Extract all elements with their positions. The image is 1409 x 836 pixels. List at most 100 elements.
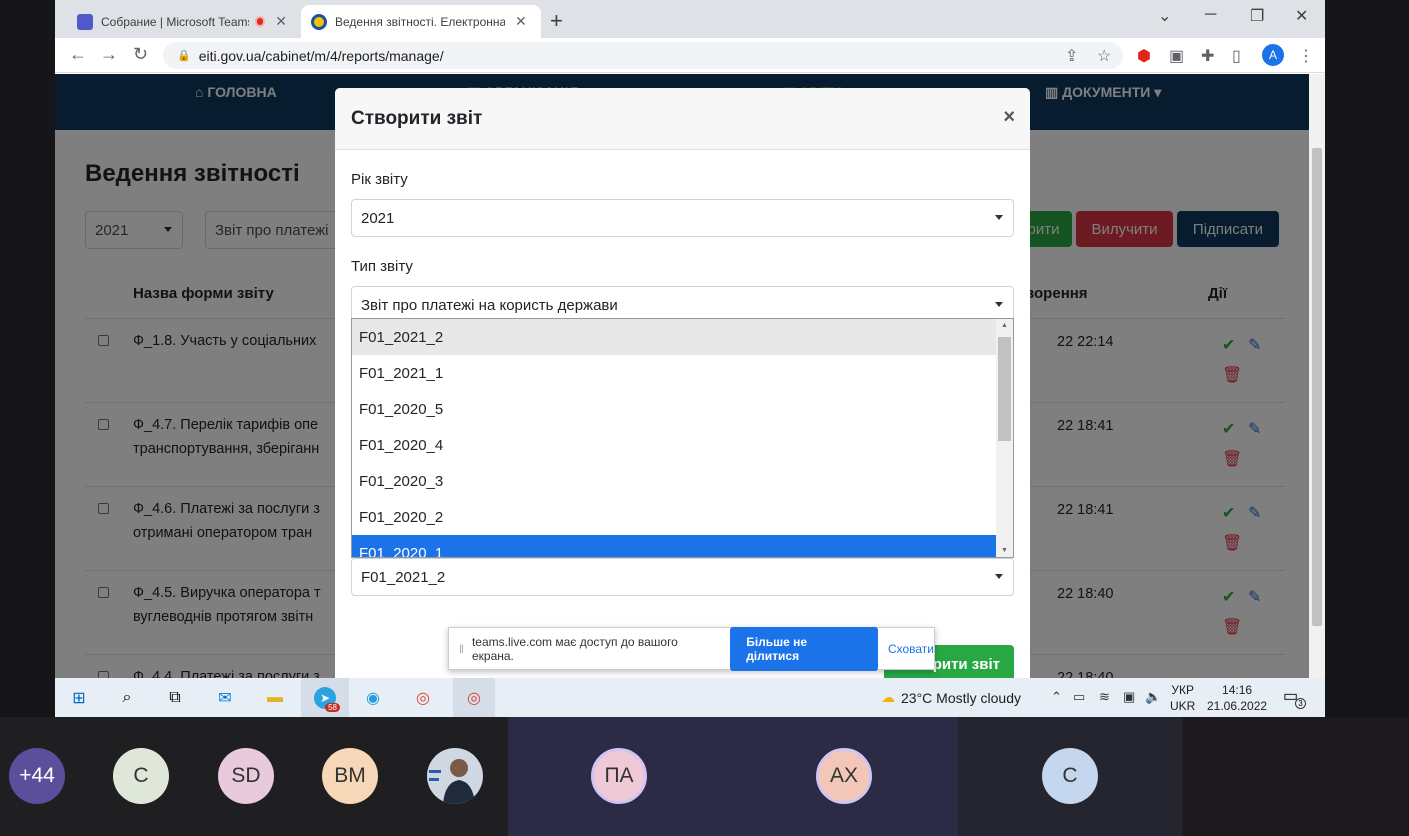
chrome-profile-icon[interactable]: ◎	[453, 678, 495, 717]
participant-avatar[interactable]: AX	[816, 748, 872, 804]
share-icon[interactable]: ⇪	[1065, 46, 1078, 66]
windows-taskbar: ⊞ ⌕ ⧉ ✉ ▬ ➤ 58 ◉ ◎ ◎ ☁ 23°C Mostly cloudy…	[55, 678, 1325, 717]
tab-eiti[interactable]: Ведення звітності. Електронна с ✕	[301, 5, 541, 38]
type-label: Тип звіту	[351, 258, 413, 275]
dropdown-option[interactable]: F01_2020_4	[352, 427, 997, 463]
participant-video-tile[interactable]	[1183, 717, 1409, 836]
participant-strip: +44 C SD BM ПА AX C	[0, 717, 1409, 836]
dropdown-option[interactable]: F01_2021_1	[352, 355, 997, 391]
scrollbar-thumb[interactable]	[998, 337, 1011, 441]
caret-down-icon	[995, 574, 1003, 579]
drag-handle-icon[interactable]: ‖	[459, 642, 464, 656]
mail-icon[interactable]: ✉	[213, 686, 237, 710]
form-select[interactable]: F01_2021_2	[351, 558, 1014, 596]
side-panel-icon[interactable]: ▯	[1232, 46, 1241, 66]
share-message: teams.live.com має доступ до вашого екра…	[471, 634, 678, 663]
display-icon[interactable]: ▣	[1123, 689, 1135, 705]
modal-title: Створити звіт	[351, 108, 483, 129]
hide-share-bar-link[interactable]: Сховати	[888, 642, 934, 656]
volume-icon[interactable]: 🔈	[1145, 689, 1161, 705]
browser-tabstrip: Собрание | Microsoft Teams ✕ Ведення зві…	[55, 0, 1325, 38]
lock-icon: 🔒	[177, 50, 191, 62]
participant-avatar[interactable]: C	[113, 748, 169, 804]
cloudy-sun-icon: ☁	[881, 689, 895, 705]
page-scrollbar[interactable]	[1309, 74, 1325, 678]
bookmark-star-icon[interactable]: ☆	[1097, 46, 1111, 66]
create-report-modal: Створити звіт × Рік звіту 2021 Тип звіту…	[335, 88, 1030, 678]
dropdown-option[interactable]: F01_2020_5	[352, 391, 997, 427]
shared-screen: Собрание | Microsoft Teams ✕ Ведення зві…	[55, 0, 1325, 717]
profile-avatar[interactable]: A	[1262, 44, 1284, 66]
dropdown-option[interactable]: F01_2020_2	[352, 499, 997, 535]
modal-close-button[interactable]: ×	[1003, 106, 1015, 129]
task-view-icon[interactable]: ⧉	[163, 686, 187, 710]
battery-icon[interactable]: ▭	[1073, 689, 1085, 705]
address-bar[interactable]: 🔒 eiti.gov.ua/cabinet/m/4/reports/manage…	[163, 42, 1123, 69]
edge-icon[interactable]: ◉	[361, 686, 385, 710]
windows-start-icon[interactable]: ⊞	[67, 686, 91, 710]
more-participants-avatar[interactable]: +44	[9, 748, 65, 804]
tab-search-icon[interactable]: ⌄	[1158, 6, 1171, 26]
participant-avatar[interactable]: SD	[218, 748, 274, 804]
new-tab-button[interactable]: +	[550, 8, 563, 34]
lang-bottom: UKR	[1170, 699, 1196, 713]
telegram-icon[interactable]: ➤ 58	[301, 678, 349, 717]
notification-count: 3	[1295, 698, 1306, 709]
extensions-puzzle-icon[interactable]: ✚	[1201, 46, 1214, 66]
scroll-down-icon[interactable]: ▼	[1001, 547, 1008, 554]
web-page: ⌂ ГОЛОВНА ▦ ОРГАНІЗАЦІЯ ▤ ЗВІТИ ▥ ДОКУМЕ…	[55, 74, 1325, 678]
dropdown-option[interactable]: F01_2021_2	[352, 319, 997, 355]
caret-down-icon	[995, 215, 1003, 220]
file-explorer-icon[interactable]: ▬	[263, 686, 287, 710]
participant-photo-avatar[interactable]	[427, 748, 483, 804]
screen-share-bar: ‖ teams.live.com має доступ до вашого ек…	[448, 626, 935, 671]
scroll-up-icon[interactable]: ▲	[1001, 322, 1008, 329]
dropdown-scrollbar[interactable]: ▲ ▼	[996, 319, 1013, 557]
participant-avatar[interactable]: C	[1042, 748, 1098, 804]
teams-icon	[77, 13, 93, 30]
participant-avatar[interactable]: ПА	[591, 748, 647, 804]
reload-icon[interactable]: ↻	[133, 44, 148, 65]
forward-icon[interactable]: →	[100, 44, 118, 65]
scrollbar-thumb[interactable]	[1312, 148, 1322, 626]
type-select-value: Звіт про платежі на користь держави	[361, 297, 618, 314]
clock[interactable]: 14:16 21.06.2022	[1207, 682, 1267, 714]
clock-date: 21.06.2022	[1207, 699, 1268, 713]
back-icon[interactable]: ←	[69, 44, 87, 65]
clock-time: 14:16	[1222, 683, 1253, 697]
dropdown-option[interactable]: F01_2020_3	[352, 463, 997, 499]
chrome-icon[interactable]: ◎	[411, 686, 435, 710]
person-photo-icon	[427, 748, 483, 804]
close-icon[interactable]: ✕	[515, 13, 527, 30]
close-icon[interactable]: ✕	[275, 13, 287, 30]
caret-down-icon	[995, 302, 1003, 307]
weather-text: 23°C Mostly cloudy	[901, 689, 1021, 706]
participant-avatar[interactable]: BM	[322, 748, 378, 804]
tray-chevron-icon[interactable]: ⌃	[1051, 689, 1062, 705]
recording-icon	[254, 16, 266, 27]
form-options-dropdown: F01_2021_2 F01_2021_1 F01_2020_5 F01_202…	[351, 318, 1014, 558]
adblock-icon[interactable]: ⬢	[1137, 46, 1151, 66]
telegram-badge: 58	[325, 702, 340, 712]
browser-toolbar: ← → ↻ 🔒 eiti.gov.ua/cabinet/m/4/reports/…	[55, 38, 1325, 73]
lang-top: УКР	[1171, 683, 1194, 697]
tab-title: Ведення звітності. Електронна с	[335, 14, 505, 29]
dropdown-option-selected[interactable]: F01_2020_1	[352, 535, 997, 557]
trident-icon	[311, 13, 327, 30]
minimize-icon[interactable]: ─	[1205, 6, 1216, 24]
extension-profile-icon[interactable]: ▣	[1169, 46, 1184, 66]
restore-icon[interactable]: ❐	[1250, 6, 1264, 26]
wifi-icon[interactable]: ≋	[1099, 689, 1110, 705]
input-language[interactable]: УКР UKR	[1170, 682, 1195, 714]
weather-widget[interactable]: ☁ 23°C Mostly cloudy	[881, 689, 1021, 706]
tab-teams[interactable]: Собрание | Microsoft Teams ✕	[67, 5, 297, 38]
search-icon[interactable]: ⌕	[115, 686, 139, 710]
window-close-icon[interactable]: ✕	[1295, 6, 1308, 26]
notification-icon[interactable]: ▭ 3	[1283, 686, 1306, 709]
year-label: Рік звіту	[351, 171, 408, 188]
stop-sharing-button[interactable]: Більше не ділитися	[730, 626, 878, 671]
menu-dots-icon[interactable]: ⋮	[1298, 46, 1314, 66]
tab-title: Собрание | Microsoft Teams	[101, 14, 249, 29]
year-select[interactable]: 2021	[351, 199, 1014, 237]
form-select-value: F01_2021_2	[361, 568, 446, 586]
